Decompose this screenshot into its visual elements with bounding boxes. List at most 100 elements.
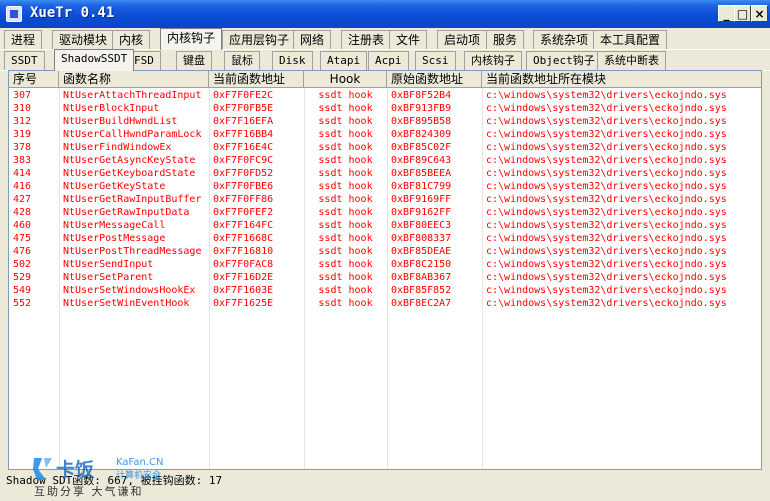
cell-index: 310 bbox=[13, 103, 32, 114]
cell-module-path: c:\windows\system32\drivers\eckojndo.sys bbox=[486, 285, 727, 296]
hook-list-view[interactable]: 序号 函数名称 当前函数地址 Hook 原始函数地址 当前函数地址所在模块 30… bbox=[8, 70, 762, 470]
table-row[interactable]: 549 NtUserSetWindowsHookEx 0xF7F1603E ssdt … bbox=[9, 284, 761, 297]
tab-driver-modules[interactable]: 驱动模块 bbox=[52, 30, 115, 49]
subtab-shadowssdt[interactable]: ShadowSSDT bbox=[54, 49, 135, 71]
minimize-icon: _ bbox=[723, 6, 730, 21]
subtab-acpi[interactable]: Acpi bbox=[368, 51, 409, 70]
table-row[interactable]: 428 NtUserGetRawInputData 0xF7F0FEF2 ssdt h… bbox=[9, 206, 761, 219]
watermark-site: KaFan.CN bbox=[116, 457, 163, 468]
cell-hook-type: ssdt hook bbox=[318, 207, 373, 218]
cell-original-address: 0xBF85C02F bbox=[391, 142, 452, 153]
tab-app-hooks[interactable]: 应用层钩子 bbox=[222, 30, 297, 49]
table-row[interactable]: 427 NtUserGetRawInputBuffer 0xF7F0FF86 ssdt… bbox=[9, 193, 761, 206]
cell-function-name: NtUserCallHwndParamLock bbox=[63, 129, 202, 140]
cell-index: 502 bbox=[13, 259, 32, 270]
cell-original-address: 0xBF80EEC3 bbox=[391, 220, 452, 231]
cell-module-path: c:\windows\system32\drivers\eckojndo.sys bbox=[486, 220, 727, 231]
tab-kernel-hooks[interactable]: 内核钩子 bbox=[160, 28, 223, 50]
column-header: 序号 函数名称 当前函数地址 Hook 原始函数地址 当前函数地址所在模块 bbox=[9, 71, 761, 88]
subtab-mouse[interactable]: 鼠标 bbox=[224, 51, 260, 70]
table-row[interactable]: 378 NtUserFindWindowEx 0xF7F16E4C ssdt hook… bbox=[9, 141, 761, 154]
cell-index: 307 bbox=[13, 90, 32, 101]
close-button[interactable]: × bbox=[751, 5, 768, 22]
cell-original-address: 0xBF85DEAE bbox=[391, 246, 452, 257]
tab-kernel[interactable]: 内核 bbox=[112, 30, 151, 49]
maximize-button[interactable]: □ bbox=[734, 5, 751, 22]
cell-index: 428 bbox=[13, 207, 32, 218]
watermark-subtitle: 计算机安全 bbox=[116, 469, 161, 481]
cell-module-path: c:\windows\system32\drivers\eckojndo.sys bbox=[486, 129, 727, 140]
cell-index: 549 bbox=[13, 285, 32, 296]
cell-hook-type: ssdt hook bbox=[318, 246, 373, 257]
subtab-object-hooks[interactable]: Object钩子 bbox=[526, 51, 602, 70]
cell-function-name: NtUserGetAsyncKeyState bbox=[63, 155, 196, 166]
cell-current-address: 0xF7F0FC9C bbox=[213, 155, 274, 166]
tab-registry[interactable]: 注册表 bbox=[341, 30, 392, 49]
cell-hook-type: ssdt hook bbox=[318, 194, 373, 205]
cell-original-address: 0xBF85F852 bbox=[391, 285, 452, 296]
tab-services[interactable]: 服务 bbox=[486, 30, 525, 49]
cell-original-address: 0xBF9162FF bbox=[391, 207, 452, 218]
col-index[interactable]: 序号 bbox=[9, 71, 59, 88]
table-row[interactable]: 476 NtUserPostThreadMessage 0xF7F16810 ssdt… bbox=[9, 245, 761, 258]
cell-function-name: NtUserGetRawInputBuffer bbox=[63, 194, 202, 205]
table-row[interactable]: 529 NtUserSetParent 0xF7F16D2E ssdt hook 0xB… bbox=[9, 271, 761, 284]
cell-index: 427 bbox=[13, 194, 32, 205]
table-row[interactable]: 383 NtUserGetAsyncKeyState 0xF7F0FC9C ssdt … bbox=[9, 154, 761, 167]
cell-module-path: c:\windows\system32\drivers\eckojndo.sys bbox=[486, 116, 727, 127]
cell-current-address: 0xF7F0FEF2 bbox=[213, 207, 274, 218]
col-current-address[interactable]: 当前函数地址 bbox=[209, 71, 304, 88]
cell-original-address: 0xBF8C2150 bbox=[391, 259, 452, 270]
cell-module-path: c:\windows\system32\drivers\eckojndo.sys bbox=[486, 155, 727, 166]
tab-network[interactable]: 网络 bbox=[293, 30, 332, 49]
subtab-scsi[interactable]: Scsi bbox=[415, 51, 456, 70]
window-title: XueTr 0.41 bbox=[30, 5, 115, 21]
table-row[interactable]: 312 NtUserBuildHwndList 0xF7F16EFA ssdt hoo… bbox=[9, 115, 761, 128]
subtab-interrupt-table[interactable]: 系统中断表 bbox=[597, 51, 666, 70]
subtab-disk[interactable]: Disk bbox=[272, 51, 313, 70]
subtab-keyboard[interactable]: 键盘 bbox=[176, 51, 212, 70]
col-original-address[interactable]: 原始函数地址 bbox=[387, 71, 482, 88]
table-row[interactable]: 416 NtUserGetKeyState 0xF7F0FBE6 ssdt hook 0… bbox=[9, 180, 761, 193]
subtab-atapi[interactable]: Atapi bbox=[320, 51, 368, 70]
cell-index: 319 bbox=[13, 129, 32, 140]
tab-process[interactable]: 进程 bbox=[4, 30, 43, 49]
tab-config[interactable]: 本工具配置 bbox=[593, 30, 668, 49]
tab-files[interactable]: 文件 bbox=[389, 30, 428, 49]
col-hook[interactable]: Hook bbox=[304, 71, 387, 88]
table-row[interactable]: 310 NtUserBlockInput 0xF7F0FB5E ssdt hook 0x… bbox=[9, 102, 761, 115]
cell-module-path: c:\windows\system32\drivers\eckojndo.sys bbox=[486, 246, 727, 257]
cell-current-address: 0xF7F16E4C bbox=[213, 142, 274, 153]
cell-current-address: 0xF7F0FAC8 bbox=[213, 259, 274, 270]
col-function-name[interactable]: 函数名称 bbox=[59, 71, 209, 88]
cell-module-path: c:\windows\system32\drivers\eckojndo.sys bbox=[486, 298, 727, 309]
table-row[interactable]: 319 NtUserCallHwndParamLock 0xF7F16BB4 ssdt… bbox=[9, 128, 761, 141]
cell-module-path: c:\windows\system32\drivers\eckojndo.sys bbox=[486, 233, 727, 244]
col-module[interactable]: 当前函数地址所在模块 bbox=[482, 71, 761, 88]
cell-module-path: c:\windows\system32\drivers\eckojndo.sys bbox=[486, 103, 727, 114]
table-row[interactable]: 552 NtUserSetWinEventHook 0xF7F1625E ssdt h… bbox=[9, 297, 761, 310]
table-row[interactable]: 475 NtUserPostMessage 0xF7F1668C ssdt hook 0… bbox=[9, 232, 761, 245]
cell-module-path: c:\windows\system32\drivers\eckojndo.sys bbox=[486, 142, 727, 153]
cell-function-name: NtUserAttachThreadInput bbox=[63, 90, 202, 101]
cell-current-address: 0xF7F0FF86 bbox=[213, 194, 274, 205]
table-row[interactable]: 502 NtUserSendInput 0xF7F0FAC8 ssdt hook 0xB… bbox=[9, 258, 761, 271]
cell-function-name: NtUserGetKeyboardState bbox=[63, 168, 196, 179]
minimize-button[interactable]: _ bbox=[718, 5, 735, 22]
cell-index: 416 bbox=[13, 181, 32, 192]
subtab-kernel-hooks[interactable]: 内核钩子 bbox=[464, 51, 522, 70]
cell-hook-type: ssdt hook bbox=[318, 272, 373, 283]
status-hooked-count: 17 bbox=[208, 474, 223, 487]
cell-module-path: c:\windows\system32\drivers\eckojndo.sys bbox=[486, 272, 727, 283]
table-row[interactable]: 307 NtUserAttachThreadInput 0xF7F0FE2C ssdt… bbox=[9, 89, 761, 102]
cell-original-address: 0xBF9169FF bbox=[391, 194, 452, 205]
cell-index: 476 bbox=[13, 246, 32, 257]
cell-function-name: NtUserMessageCall bbox=[63, 220, 166, 231]
cell-original-address: 0xBF808337 bbox=[391, 233, 452, 244]
table-row[interactable]: 414 NtUserGetKeyboardState 0xF7F0FD52 ssdt … bbox=[9, 167, 761, 180]
tab-startup[interactable]: 启动项 bbox=[437, 30, 488, 49]
subtab-ssdt[interactable]: SSDT bbox=[4, 51, 45, 70]
tab-misc[interactable]: 系统杂项 bbox=[533, 30, 596, 49]
cell-hook-type: ssdt hook bbox=[318, 298, 373, 309]
table-row[interactable]: 460 NtUserMessageCall 0xF7F164FC ssdt hook 0… bbox=[9, 219, 761, 232]
